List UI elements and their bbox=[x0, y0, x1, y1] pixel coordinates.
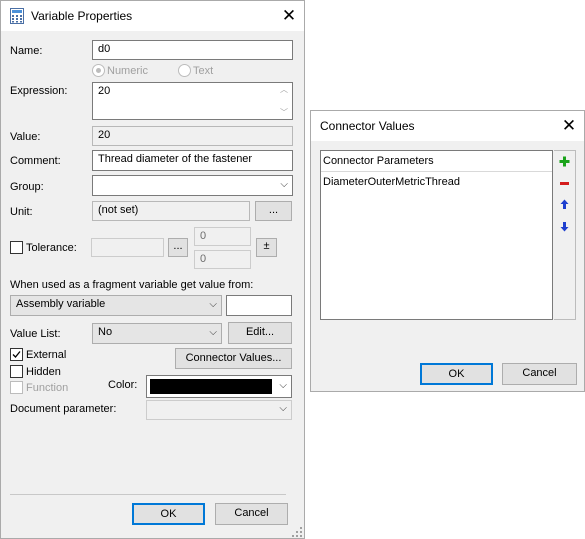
document-parameter-label: Document parameter: bbox=[10, 403, 117, 415]
move-down-icon[interactable] bbox=[560, 221, 569, 232]
value-display: 20 bbox=[92, 126, 293, 146]
unit-browse-button[interactable]: ... bbox=[255, 201, 292, 221]
color-swatch bbox=[150, 379, 272, 394]
remove-icon[interactable] bbox=[559, 178, 570, 189]
comment-label: Comment: bbox=[10, 155, 61, 167]
function-label: Function bbox=[26, 382, 69, 394]
calculator-icon bbox=[10, 8, 24, 24]
unit-display: (not set) bbox=[92, 201, 250, 221]
group-label: Group: bbox=[10, 181, 44, 193]
side-toolbar bbox=[554, 150, 576, 320]
comment-input[interactable]: Thread diameter of the fastener bbox=[92, 150, 293, 171]
numeric-radio[interactable] bbox=[92, 64, 105, 77]
ok-button[interactable]: OK bbox=[420, 363, 493, 385]
fragment-source-select[interactable]: Assembly variable ⌵ bbox=[10, 295, 222, 316]
value-list-value: No bbox=[98, 326, 113, 338]
variable-properties-dialog: Variable Properties ✕ Name: d0 Numeric T… bbox=[0, 0, 305, 539]
expression-value: 20 bbox=[98, 85, 111, 97]
edit-button[interactable]: Edit... bbox=[228, 322, 292, 344]
column-header[interactable]: Connector Parameters bbox=[321, 151, 552, 172]
group-select[interactable]: ⌵ bbox=[92, 175, 293, 196]
text-radio[interactable] bbox=[178, 64, 191, 77]
function-checkbox bbox=[10, 381, 23, 394]
scroll-down-icon[interactable]: ﹀ bbox=[280, 107, 288, 118]
chevron-down-icon: ⌵ bbox=[279, 403, 287, 414]
tolerance-label: Tolerance: bbox=[26, 242, 77, 254]
fragment-variable-input[interactable] bbox=[226, 295, 292, 316]
divider bbox=[10, 494, 286, 495]
plus-minus-button[interactable]: ± bbox=[256, 238, 277, 257]
scroll-up-icon[interactable]: ︿ bbox=[280, 84, 288, 95]
tolerance-browse-button[interactable]: ... bbox=[168, 238, 188, 257]
connector-parameters-list[interactable]: Connector Parameters DiameterOuterMetric… bbox=[320, 150, 553, 320]
color-select[interactable]: ⌵ bbox=[146, 375, 292, 398]
connector-values-titlebar[interactable]: Connector Values ✕ bbox=[311, 111, 584, 141]
chevron-down-icon: ⌵ bbox=[279, 380, 287, 391]
external-checkbox[interactable] bbox=[10, 348, 23, 361]
text-label: Text bbox=[193, 65, 214, 77]
list-item[interactable]: DiameterOuterMetricThread bbox=[323, 176, 460, 188]
fragment-label: When used as a fragment variable get val… bbox=[10, 279, 254, 291]
chevron-down-icon: ⌵ bbox=[209, 299, 217, 310]
value-list-label: Value List: bbox=[10, 328, 61, 340]
dialog-title: Connector Values bbox=[320, 119, 415, 133]
document-parameter-select: ⌵ bbox=[146, 400, 292, 420]
cancel-button[interactable]: Cancel bbox=[215, 503, 288, 525]
expression-input[interactable]: 20 ︿ ﹀ bbox=[92, 82, 293, 120]
hidden-label: Hidden bbox=[26, 366, 61, 378]
checkmark-icon bbox=[12, 351, 21, 358]
tolerance-value-input bbox=[91, 238, 164, 257]
connector-values-button[interactable]: Connector Values... bbox=[175, 348, 292, 369]
ok-button[interactable]: OK bbox=[132, 503, 205, 525]
cancel-button[interactable]: Cancel bbox=[502, 363, 577, 385]
dialog-title: Variable Properties bbox=[31, 9, 133, 23]
name-input[interactable]: d0 bbox=[92, 40, 293, 60]
hidden-checkbox[interactable] bbox=[10, 365, 23, 378]
chevron-down-icon: ⌵ bbox=[280, 179, 288, 190]
variable-properties-titlebar[interactable]: Variable Properties ✕ bbox=[1, 1, 304, 31]
resize-grip-icon[interactable] bbox=[292, 527, 303, 538]
close-icon[interactable]: ✕ bbox=[558, 115, 580, 137]
unit-label: Unit: bbox=[10, 206, 33, 218]
tolerance-lower-input: 0 bbox=[194, 250, 251, 269]
name-label: Name: bbox=[10, 45, 43, 57]
fragment-source-value: Assembly variable bbox=[16, 298, 106, 310]
tolerance-checkbox[interactable] bbox=[10, 241, 23, 254]
chevron-down-icon: ⌵ bbox=[209, 327, 217, 338]
value-list-select[interactable]: No ⌵ bbox=[92, 323, 222, 344]
value-label: Value: bbox=[10, 131, 41, 143]
add-icon[interactable] bbox=[559, 156, 570, 167]
connector-values-dialog: Connector Values ✕ Connector Parameters … bbox=[310, 110, 585, 392]
move-up-icon[interactable] bbox=[560, 199, 569, 210]
expression-label: Expression: bbox=[10, 85, 68, 97]
numeric-label: Numeric bbox=[107, 65, 148, 77]
tolerance-upper-input: 0 bbox=[194, 227, 251, 246]
color-label: Color: bbox=[108, 379, 138, 391]
close-icon[interactable]: ✕ bbox=[278, 5, 300, 27]
external-label: External bbox=[26, 349, 67, 361]
